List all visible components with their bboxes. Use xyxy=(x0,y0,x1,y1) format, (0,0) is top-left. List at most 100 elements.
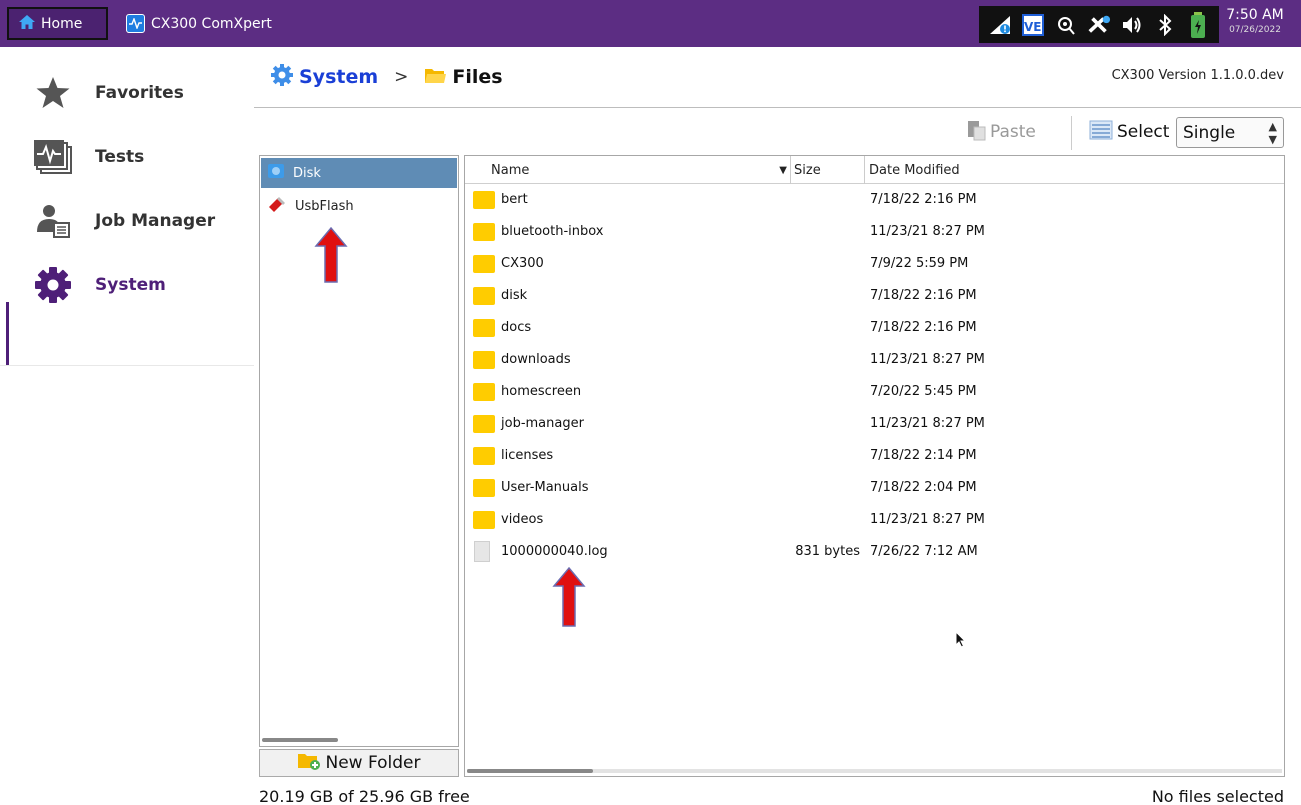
system-gear-icon xyxy=(271,63,293,91)
job-manager-icon xyxy=(33,201,73,241)
ve-icon[interactable]: VE xyxy=(1021,13,1045,37)
status-tray: VE xyxy=(979,6,1219,43)
sidebar-item-job-manager[interactable]: Job Manager xyxy=(0,191,254,251)
sidebar-item-label: Job Manager xyxy=(95,211,216,231)
drive-label: Disk xyxy=(293,165,321,181)
breadcrumb: System > Files xyxy=(271,62,503,92)
file-list-header: Name ▼ Size Date Modified xyxy=(465,156,1284,184)
table-row[interactable]: User-Manuals 7/18/22 2:04 PM xyxy=(465,472,1284,504)
paste-icon xyxy=(966,119,986,146)
folder-icon xyxy=(473,447,495,465)
dropdown-arrows-icon: ▲ ▼ xyxy=(1268,119,1277,146)
toolbar-separator xyxy=(1071,116,1072,150)
battery-charging-icon[interactable] xyxy=(1186,11,1210,38)
sidebar: Favorites Tests Job Manager System xyxy=(0,47,254,805)
file-date-modified: 11/23/21 8:27 PM xyxy=(870,352,985,367)
drive-item-usbflash[interactable]: UsbFlash xyxy=(261,191,457,221)
file-date-modified: 7/20/22 5:45 PM xyxy=(870,384,977,399)
file-name: User-Manuals xyxy=(501,480,589,495)
table-row[interactable]: 1000000040.log 831 bytes 7/26/22 7:12 AM xyxy=(465,536,1284,568)
file-date-modified: 7/18/22 2:16 PM xyxy=(870,320,977,335)
clock: 7:50 AM 07/26/2022 xyxy=(1222,6,1288,43)
select-label-text: Select xyxy=(1117,122,1170,142)
folder-icon xyxy=(473,351,495,369)
file-date-modified: 7/9/22 5:59 PM xyxy=(870,256,969,271)
sidebar-item-favorites[interactable]: Favorites xyxy=(0,63,254,123)
folder-icon xyxy=(473,479,495,497)
speaker-icon[interactable] xyxy=(1120,13,1144,37)
selection-status: No files selected xyxy=(1151,787,1284,805)
file-name: bluetooth-inbox xyxy=(501,224,604,239)
breadcrumb-separator: > xyxy=(394,67,409,87)
paste-button[interactable]: Paste xyxy=(966,117,1036,147)
home-icon xyxy=(19,14,35,33)
free-space-status: 20.19 GB of 25.96 GB free xyxy=(259,787,470,805)
star-icon xyxy=(33,73,73,113)
file-name: licenses xyxy=(501,448,554,463)
column-header-date-label: Date Modified xyxy=(869,162,960,178)
sort-chevron-down-icon: ▼ xyxy=(779,164,787,176)
drive-label: UsbFlash xyxy=(295,198,354,214)
breadcrumb-files: Files xyxy=(452,66,503,88)
file-size: 831 bytes xyxy=(795,544,860,559)
active-indicator xyxy=(6,302,9,366)
location-search-icon[interactable] xyxy=(1054,13,1078,37)
breadcrumb-system-link[interactable]: System xyxy=(299,66,378,88)
sidebar-item-label: Tests xyxy=(95,147,145,167)
table-row[interactable]: disk 7/18/22 2:16 PM xyxy=(465,280,1284,312)
app-logo-icon xyxy=(126,14,145,33)
file-name: videos xyxy=(501,512,544,527)
home-label: Home xyxy=(41,15,83,32)
column-header-size-label: Size xyxy=(794,162,821,178)
folder-icon xyxy=(473,255,495,273)
sidebar-divider xyxy=(0,365,254,366)
top-bar: Home CX300 ComXpert VE 7:50 AM 07/26/202… xyxy=(0,0,1301,47)
network-warning-icon[interactable] xyxy=(988,13,1012,37)
select-mode-label: Select xyxy=(1089,117,1169,147)
table-row[interactable]: bert 7/18/22 2:16 PM xyxy=(465,184,1284,216)
table-row[interactable]: bluetooth-inbox 11/23/21 8:27 PM xyxy=(465,216,1284,248)
table-row[interactable]: licenses 7/18/22 2:14 PM xyxy=(465,440,1284,472)
folder-icon xyxy=(473,511,495,529)
usb-flash-icon xyxy=(267,195,287,217)
select-list-icon xyxy=(1089,120,1113,145)
sidebar-item-label: Favorites xyxy=(95,83,184,103)
paste-label: Paste xyxy=(990,122,1036,142)
sidebar-item-label: System xyxy=(95,275,166,295)
gear-icon xyxy=(33,265,73,305)
table-row[interactable]: job-manager 11/23/21 8:27 PM xyxy=(465,408,1284,440)
column-header-size[interactable]: Size xyxy=(790,156,860,184)
select-mode-dropdown[interactable]: Single ▲ ▼ xyxy=(1176,117,1284,148)
folder-icon xyxy=(473,191,495,209)
tools-icon[interactable] xyxy=(1087,13,1111,37)
column-header-name-label: Name xyxy=(491,162,530,178)
new-folder-button[interactable]: New Folder xyxy=(259,749,459,777)
sidebar-item-system[interactable]: System xyxy=(0,255,254,315)
table-row[interactable]: videos 11/23/21 8:27 PM xyxy=(465,504,1284,536)
red-arrow-annotation xyxy=(552,566,586,632)
file-date-modified: 11/23/21 8:27 PM xyxy=(870,224,985,239)
app-title-label: CX300 ComXpert xyxy=(151,15,272,32)
bluetooth-icon[interactable] xyxy=(1153,13,1177,37)
home-button[interactable]: Home xyxy=(7,7,108,40)
table-row[interactable]: downloads 11/23/21 8:27 PM xyxy=(465,344,1284,376)
table-row[interactable]: homescreen 7/20/22 5:45 PM xyxy=(465,376,1284,408)
file-icon xyxy=(474,541,490,562)
clock-time: 7:50 AM xyxy=(1226,7,1284,23)
file-name: docs xyxy=(501,320,532,335)
sidebar-item-tests[interactable]: Tests xyxy=(0,127,254,187)
file-name: disk xyxy=(501,288,528,303)
drive-item-disk[interactable]: Disk xyxy=(261,158,457,188)
red-arrow-annotation xyxy=(314,226,348,288)
folder-icon xyxy=(473,223,495,241)
table-row[interactable]: docs 7/18/22 2:16 PM xyxy=(465,312,1284,344)
header-divider xyxy=(254,107,1301,108)
column-header-date-modified[interactable]: Date Modified xyxy=(864,156,1284,184)
file-name: homescreen xyxy=(501,384,582,399)
drive-list-scrollbar[interactable] xyxy=(262,738,338,742)
file-list-scrollbar[interactable] xyxy=(467,769,593,773)
column-header-name[interactable]: Name ▼ xyxy=(491,156,787,184)
file-date-modified: 11/23/21 8:27 PM xyxy=(870,512,985,527)
table-row[interactable]: CX300 7/9/22 5:59 PM xyxy=(465,248,1284,280)
app-title[interactable]: CX300 ComXpert xyxy=(126,0,272,47)
